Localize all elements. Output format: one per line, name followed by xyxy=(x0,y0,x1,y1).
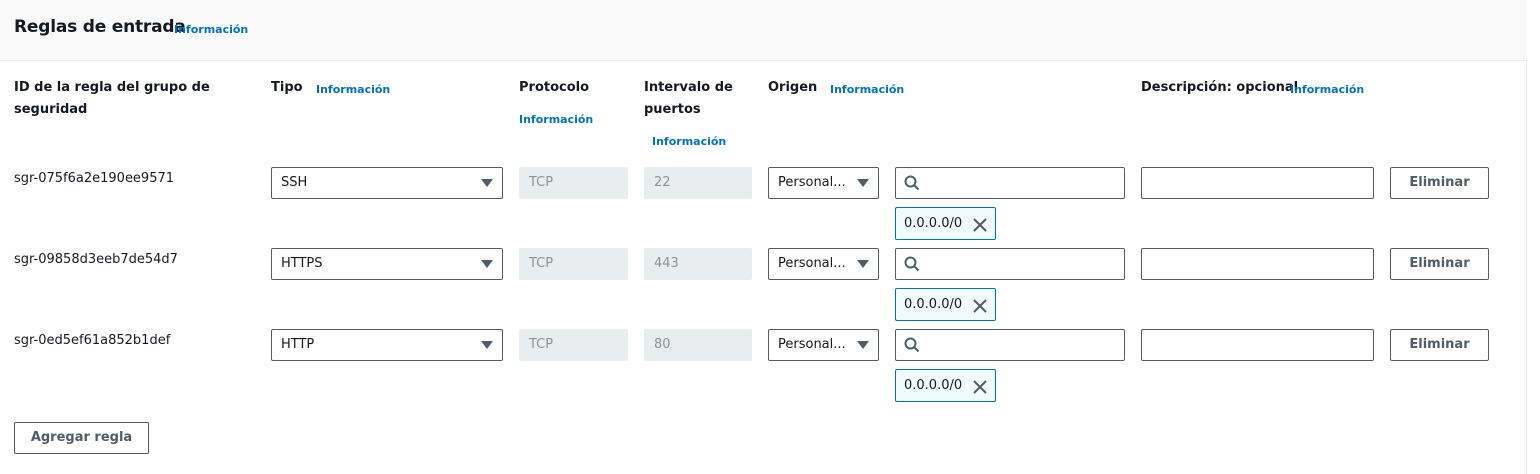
type-info-link[interactable]: Información xyxy=(316,83,390,96)
caret-down-icon xyxy=(857,260,869,268)
rule-id: sgr-0ed5ef61a852b1def xyxy=(14,333,171,348)
search-icon xyxy=(904,256,920,272)
port-range-info-link[interactable]: Información xyxy=(652,135,726,148)
type-select-value: HTTPS xyxy=(281,256,323,271)
rule-id: sgr-075f6a2e190ee9571 xyxy=(14,171,175,186)
protocol-field: TCP xyxy=(519,167,628,199)
caret-down-icon xyxy=(481,179,493,187)
source-select[interactable]: Personal... xyxy=(768,248,879,280)
cidr-token-value: 0.0.0.0/0 xyxy=(904,378,963,393)
port-range-field: 80 xyxy=(644,329,752,361)
type-select[interactable]: SSH xyxy=(271,167,503,199)
description-input[interactable] xyxy=(1141,248,1374,280)
protocol-field: TCP xyxy=(519,248,628,280)
source-info-link[interactable]: Información xyxy=(830,83,904,96)
close-icon[interactable] xyxy=(973,380,987,394)
section-info-link[interactable]: Información xyxy=(174,23,248,36)
search-icon xyxy=(904,175,920,191)
column-header-protocol: Protocolo xyxy=(519,80,590,95)
type-select-value: SSH xyxy=(281,175,308,190)
description-input[interactable] xyxy=(1141,167,1374,199)
source-search-input[interactable] xyxy=(895,167,1125,199)
remove-rule-button[interactable]: Eliminar xyxy=(1390,329,1489,361)
search-icon xyxy=(904,337,920,353)
remove-rule-button[interactable]: Eliminar xyxy=(1390,248,1489,280)
description-info-link[interactable]: Información xyxy=(1290,83,1364,96)
caret-down-icon xyxy=(481,341,493,349)
close-icon[interactable] xyxy=(973,299,987,313)
port-range-field: 22 xyxy=(644,167,752,199)
type-select[interactable]: HTTP xyxy=(271,329,503,361)
source-select-value: Personal... xyxy=(778,175,846,190)
source-select[interactable]: Personal... xyxy=(768,329,879,361)
type-select[interactable]: HTTPS xyxy=(271,248,503,280)
panel-header: Reglas de entrada Información xyxy=(0,0,1527,61)
column-header-port-range-line2: puertos xyxy=(644,102,701,117)
port-range-field: 443 xyxy=(644,248,752,280)
add-rule-button[interactable]: Agregar regla xyxy=(14,422,149,454)
remove-rule-button[interactable]: Eliminar xyxy=(1390,167,1489,199)
column-header-rule-id: ID de la regla del grupo de seguridad xyxy=(14,77,210,121)
column-header-type: Tipo xyxy=(271,80,303,95)
rule-id: sgr-09858d3eeb7de54d7 xyxy=(14,252,178,267)
protocol-field: TCP xyxy=(519,329,628,361)
column-header-rule-id-line2: seguridad xyxy=(14,102,88,117)
source-select-value: Personal... xyxy=(778,337,846,352)
source-select[interactable]: Personal... xyxy=(768,167,879,199)
cidr-token-value: 0.0.0.0/0 xyxy=(904,297,963,312)
cidr-token: 0.0.0.0/0 xyxy=(895,207,996,240)
column-header-description: Descripción: opcional xyxy=(1141,80,1299,95)
cidr-token-value: 0.0.0.0/0 xyxy=(904,216,963,231)
cidr-token: 0.0.0.0/0 xyxy=(895,369,996,402)
close-icon[interactable] xyxy=(973,218,987,232)
protocol-info-link[interactable]: Información xyxy=(519,113,593,126)
description-input[interactable] xyxy=(1141,329,1374,361)
column-header-rule-id-line1: ID de la regla del grupo de xyxy=(14,80,210,95)
caret-down-icon xyxy=(857,179,869,187)
section-title: Reglas de entrada xyxy=(14,17,186,37)
type-select-value: HTTP xyxy=(281,337,315,352)
source-select-value: Personal... xyxy=(778,256,846,271)
column-header-source: Origen xyxy=(768,80,818,95)
inbound-rules-panel: Reglas de entrada Información ID de la r… xyxy=(0,0,1527,474)
source-search-input[interactable] xyxy=(895,248,1125,280)
caret-down-icon xyxy=(857,341,869,349)
cidr-token: 0.0.0.0/0 xyxy=(895,288,996,321)
column-header-port-range: Intervalo de puertos xyxy=(644,77,733,121)
source-search-input[interactable] xyxy=(895,329,1125,361)
caret-down-icon xyxy=(481,260,493,268)
column-header-port-range-line1: Intervalo de xyxy=(644,80,733,95)
